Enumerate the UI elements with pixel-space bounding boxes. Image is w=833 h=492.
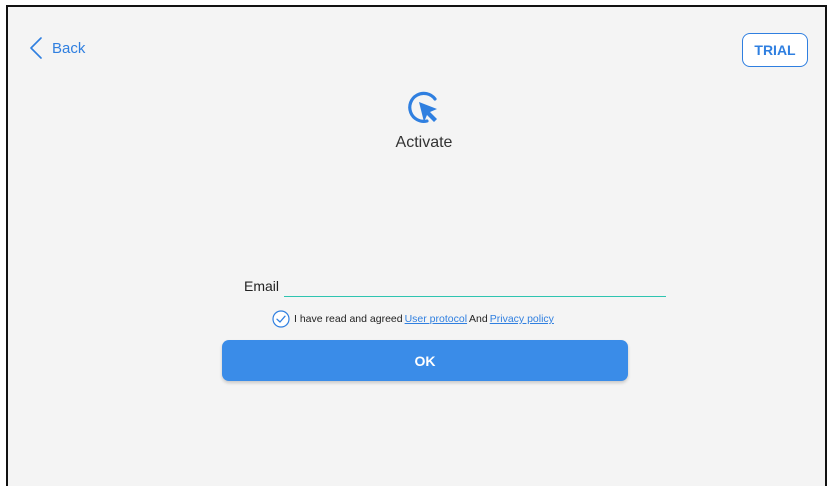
privacy-policy-link[interactable]: Privacy policy (490, 313, 554, 325)
chevron-left-icon (30, 37, 42, 59)
activate-screen: Back TRIAL Activate Email I have read an… (6, 5, 827, 486)
agreement-conjunction: And (469, 313, 488, 325)
page-title: Activate (395, 134, 453, 151)
check-circle-icon[interactable] (272, 310, 290, 328)
cursor-click-icon (408, 91, 437, 123)
back-label: Back (52, 39, 86, 57)
agreement-text: I have read and agreed (294, 313, 403, 325)
back-button[interactable]: Back (30, 37, 85, 59)
agreement-row: I have read and agreed User protocol And… (272, 310, 554, 328)
ok-button[interactable]: OK (222, 340, 628, 381)
email-field[interactable] (284, 275, 666, 297)
trial-button[interactable]: TRIAL (742, 33, 808, 67)
user-protocol-link[interactable]: User protocol (405, 313, 467, 325)
email-label: Email (244, 278, 280, 294)
